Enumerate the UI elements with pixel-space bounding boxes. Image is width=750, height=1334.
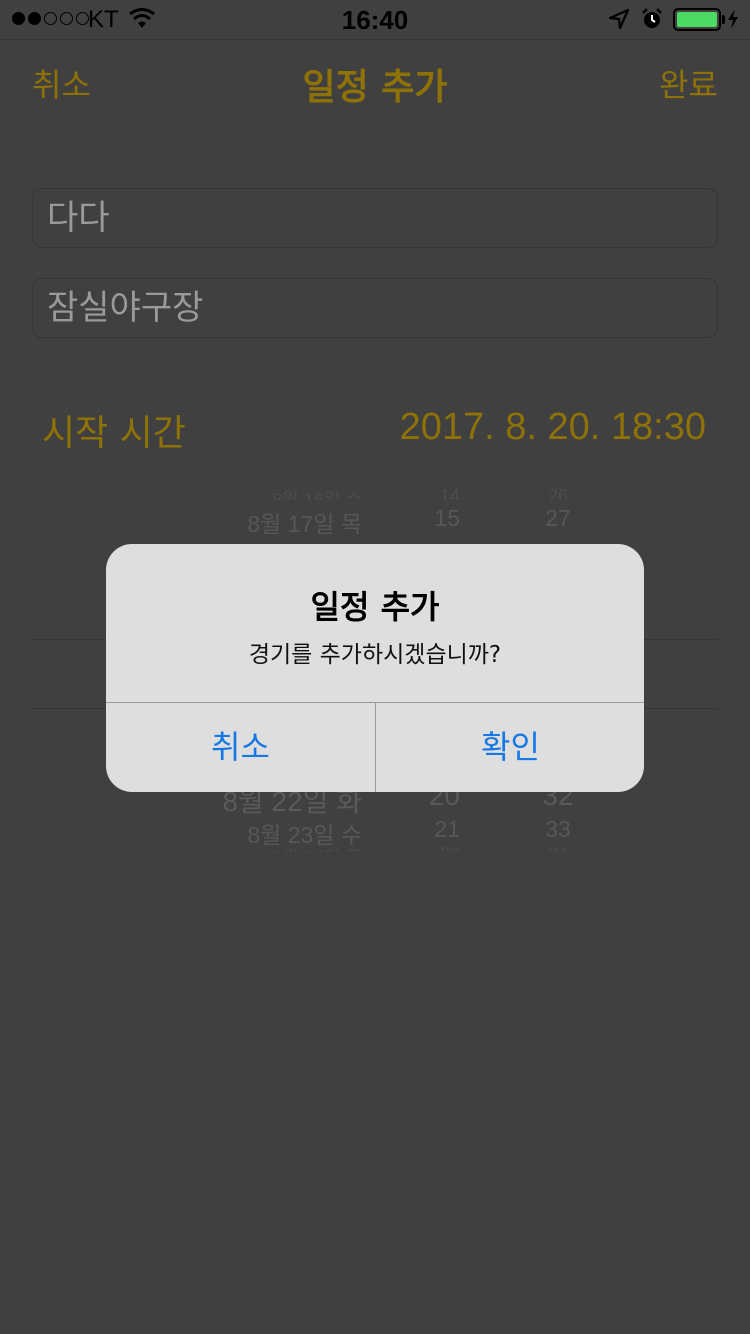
picker-minute: 26 bbox=[547, 486, 569, 500]
nav-done-button[interactable]: 완료 bbox=[659, 60, 718, 106]
picker-hour: 21 bbox=[434, 816, 460, 842]
picker-row[interactable]: 8월 16일 수 14 26 bbox=[0, 486, 750, 500]
picker-minute: 27 bbox=[545, 505, 571, 531]
event-title-field[interactable]: 다다 bbox=[32, 188, 718, 248]
alert-dialog: 일정 추가 경기를 추가하시겠습니까? 취소 확인 bbox=[106, 544, 644, 792]
picker-row[interactable]: 8월 24일 목 22 34 bbox=[0, 844, 750, 852]
picker-hour: 22 bbox=[380, 844, 460, 852]
alert-cancel-button[interactable]: 취소 bbox=[106, 703, 375, 792]
start-time-value[interactable]: 2017. 8. 20. 18:30 bbox=[400, 406, 706, 449]
start-time-label: 시작 시간 bbox=[42, 413, 186, 454]
battery-nub bbox=[722, 15, 725, 24]
picker-date: 8월 16일 수 bbox=[272, 490, 362, 500]
location-arrow-icon bbox=[608, 8, 630, 30]
page-title: 일정 추가 bbox=[302, 67, 448, 108]
battery-level bbox=[677, 12, 717, 27]
picker-hour: 15 bbox=[434, 505, 460, 531]
picker-minute: 34 bbox=[518, 844, 598, 852]
event-location-field[interactable]: 잠실야구장 bbox=[32, 278, 718, 338]
picker-hour: 14 bbox=[439, 486, 460, 500]
alert-title: 일정 추가 bbox=[310, 588, 440, 626]
picker-date: 8월 24일 목 bbox=[272, 844, 362, 852]
status-bar: KT 16:40 bbox=[0, 0, 750, 40]
charging-bolt-icon bbox=[728, 9, 738, 29]
picker-date: 8월 17일 목 bbox=[247, 511, 362, 537]
alert-confirm-button[interactable]: 확인 bbox=[376, 703, 644, 792]
battery-icon bbox=[673, 8, 721, 31]
status-time: 16:40 bbox=[341, 5, 409, 35]
picker-minute: 33 bbox=[545, 816, 571, 842]
alarm-clock-icon bbox=[642, 8, 662, 28]
alert-message: 경기를 추가하시겠습니까? bbox=[248, 642, 502, 668]
